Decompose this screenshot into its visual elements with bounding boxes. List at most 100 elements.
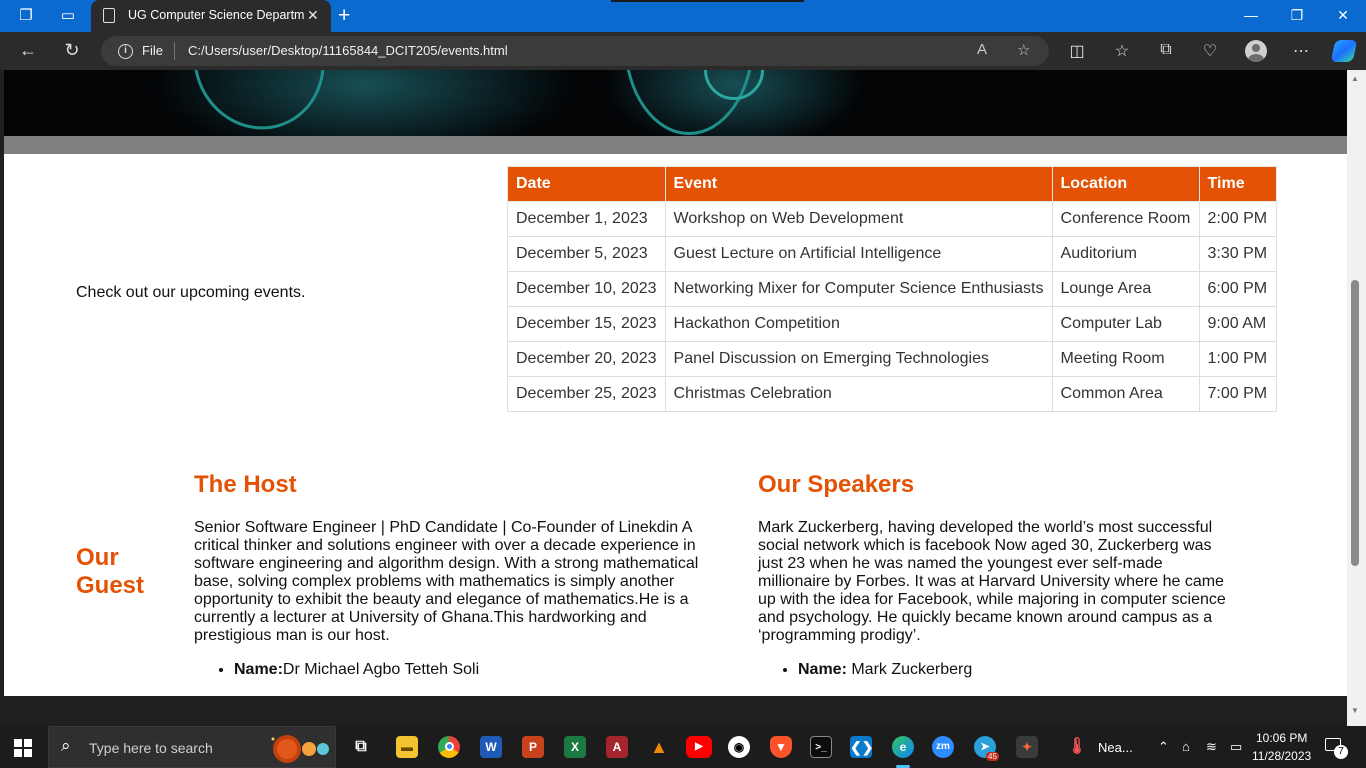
task-view-icon[interactable]: ⧉ <box>350 736 372 758</box>
file-explorer-icon[interactable]: ▬ <box>396 736 418 758</box>
event-location: Lounge Area <box>1051 271 1200 307</box>
speaker-name-label: Name: <box>798 661 847 678</box>
excel-icon[interactable]: X <box>564 736 586 758</box>
windows-start-icon[interactable] <box>14 739 32 757</box>
browser-tab-active[interactable]: UG Computer Science Departme ✕ <box>91 0 331 32</box>
events-intro-text: Check out our upcoming events. <box>76 284 306 301</box>
scroll-up-icon[interactable]: ▲ <box>1351 74 1359 83</box>
vscode-icon[interactable]: ❮❯ <box>850 736 873 758</box>
minimize-button[interactable]: — <box>1236 7 1266 23</box>
address-separator <box>174 42 175 60</box>
youtube-icon[interactable]: ▶ <box>686 736 712 758</box>
favorites-icon[interactable]: ☆ <box>1111 41 1133 61</box>
event-time: 6:00 PM <box>1198 271 1277 307</box>
search-highlight-illustration <box>271 735 329 763</box>
split-screen-icon[interactable]: ◫ <box>1066 41 1088 61</box>
zoom-icon[interactable]: zm <box>932 736 954 758</box>
notification-count: 7 <box>1334 745 1348 759</box>
search-icon: ⌕ <box>61 736 71 755</box>
telegram-badge: 45 <box>986 752 999 761</box>
clock-date[interactable]: 11/28/2023 <box>1252 749 1311 763</box>
event-location: Conference Room <box>1051 201 1200 237</box>
event-location: Auditorium <box>1051 236 1200 272</box>
weather-text[interactable]: Nea... <box>1098 740 1133 755</box>
vlc-icon[interactable]: ▲ <box>648 736 670 758</box>
event-date: December 1, 2023 <box>507 201 666 237</box>
refresh-button[interactable]: ↻ <box>60 40 84 61</box>
github-icon[interactable]: ◉ <box>728 736 750 758</box>
event-name: Guest Lecture on Artificial Intelligence <box>664 236 1053 272</box>
read-aloud-icon[interactable]: A <box>977 41 987 58</box>
search-placeholder: Type here to search <box>89 740 213 756</box>
profile-avatar[interactable] <box>1245 40 1267 62</box>
copilot-icon[interactable] <box>1330 40 1358 62</box>
wifi-icon[interactable]: ≋ <box>1206 739 1217 755</box>
table-row: December 10, 2023 Networking Mixer for C… <box>507 271 1277 307</box>
browser-essentials-icon[interactable]: ♡ <box>1199 41 1221 61</box>
clock-time[interactable]: 10:06 PM <box>1256 731 1307 745</box>
page-scrollbar[interactable]: ▲ ▼ <box>1347 70 1366 726</box>
new-tab-button[interactable]: + <box>338 4 350 28</box>
powerpoint-icon[interactable]: P <box>522 736 544 758</box>
window-drag-indicator <box>611 0 804 2</box>
notification-center-icon[interactable]: 7 <box>1325 737 1348 759</box>
scrollbar-thumb[interactable] <box>1351 280 1359 566</box>
more-options-icon[interactable]: ⋯ <box>1290 41 1312 61</box>
host-bio: Senior Software Engineer | PhD Candidate… <box>194 519 699 644</box>
list-item: Name:Dr Michael Agbo Tetteh Soli <box>234 661 714 679</box>
event-location: Computer Lab <box>1051 306 1200 342</box>
browser-toolbar: ← ↻ i File C:/Users/user/Desktop/1116584… <box>0 32 1366 70</box>
workspaces-icon[interactable]: ❐ <box>16 6 36 26</box>
hero-bottom-band <box>4 136 1347 154</box>
window-bottom-edge <box>0 696 1347 726</box>
event-name: Workshop on Web Development <box>664 201 1053 237</box>
host-heading: The Host <box>194 471 297 498</box>
access-icon[interactable]: A <box>606 736 628 758</box>
event-date: December 5, 2023 <box>507 236 666 272</box>
event-date: December 25, 2023 <box>507 376 666 412</box>
speakers-heading: Our Speakers <box>758 471 915 498</box>
brave-icon[interactable]: ▼ <box>770 736 792 758</box>
site-info-icon[interactable]: i <box>118 44 133 59</box>
host-name-value: Dr Michael Agbo Tetteh Soli <box>282 661 480 678</box>
scroll-down-icon[interactable]: ▼ <box>1351 706 1359 715</box>
word-icon[interactable]: W <box>480 736 502 758</box>
event-date: December 15, 2023 <box>507 306 666 342</box>
speakers-section: Our Speakers Mark Zuckerberg, having dev… <box>758 471 1238 679</box>
terminal-icon[interactable]: >_ <box>810 736 832 758</box>
close-window-button[interactable]: ✕ <box>1328 7 1358 24</box>
weather-thermometer-icon[interactable]: 🌡 <box>1066 736 1088 758</box>
table-row: December 20, 2023 Panel Discussion on Em… <box>507 341 1277 377</box>
collections-icon[interactable]: ⧉ <box>1155 41 1177 59</box>
event-time: 3:30 PM <box>1198 236 1277 272</box>
event-location: Common Area <box>1051 376 1200 412</box>
event-date: December 20, 2023 <box>507 341 666 377</box>
table-row: December 5, 2023 Guest Lecture on Artifi… <box>507 236 1277 272</box>
show-hidden-icons-chevron-icon[interactable]: ⌃ <box>1158 739 1169 755</box>
tab-actions-icon[interactable]: ▭ <box>58 6 78 26</box>
tab-close-icon[interactable]: ✕ <box>307 7 319 24</box>
restore-button[interactable]: ❐ <box>1282 7 1312 24</box>
page-viewport: Check out our upcoming events. Date Even… <box>4 70 1347 696</box>
chrome-icon[interactable] <box>438 736 460 758</box>
table-row: December 25, 2023 Christmas Celebration … <box>507 376 1277 412</box>
url-text[interactable]: C:/Users/user/Desktop/11165844_DCIT205/e… <box>188 43 508 58</box>
table-row: December 15, 2023 Hackathon Competition … <box>507 306 1277 342</box>
column-header-location: Location <box>1051 166 1200 202</box>
speaker-bio: Mark Zuckerberg, having developed the wo… <box>758 519 1226 644</box>
events-table-header: Date Event Location Time <box>507 166 1277 202</box>
list-item: Name: Mark Zuckerberg <box>798 661 1238 679</box>
title-bar: ❐ ▭ UG Computer Science Departme ✕ + — ❐… <box>0 0 1366 32</box>
event-time: 2:00 PM <box>1198 201 1277 237</box>
events-table: Date Event Location Time December 1, 202… <box>507 166 1277 412</box>
event-name: Christmas Celebration <box>664 376 1053 412</box>
meet-now-icon[interactable]: ⌂ <box>1182 739 1190 754</box>
address-bar[interactable]: i File C:/Users/user/Desktop/11165844_DC… <box>101 36 1049 66</box>
host-section: The Host Senior Software Engineer | PhD … <box>194 471 714 679</box>
battery-icon[interactable]: ▭ <box>1230 739 1242 755</box>
taskbar-search-box[interactable]: ⌕ Type here to search <box>48 726 336 768</box>
app-icon-misc[interactable]: ✦ <box>1016 736 1038 758</box>
edge-icon[interactable]: e <box>892 736 914 758</box>
favorite-star-icon[interactable]: ☆ <box>1017 41 1030 59</box>
back-button[interactable]: ← <box>16 40 40 61</box>
